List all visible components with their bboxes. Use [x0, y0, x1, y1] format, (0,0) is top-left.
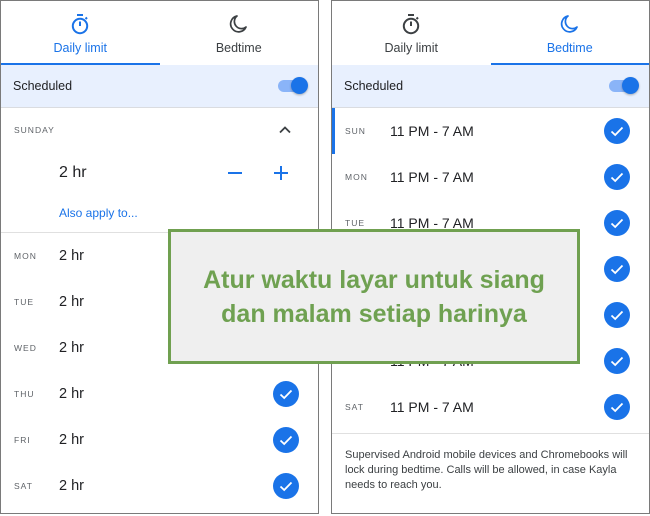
day-label: SAT — [345, 402, 364, 412]
scheduled-label: Scheduled — [13, 79, 73, 93]
also-apply-link[interactable]: Also apply to... — [1, 194, 318, 233]
tab-daily-limit[interactable]: Daily limit — [332, 1, 491, 65]
day-label: TUE — [345, 218, 365, 228]
check-icon[interactable] — [273, 381, 299, 407]
limit-value: 2 hr — [59, 164, 87, 181]
day-label: SUNDAY — [14, 125, 55, 135]
day-row[interactable]: FRI 2 hr — [1, 417, 318, 463]
check-icon[interactable] — [604, 394, 630, 420]
day-row[interactable]: SAT 11 PM - 7 AM — [332, 384, 649, 430]
check-icon[interactable] — [604, 302, 630, 328]
tab-daily-limit[interactable]: Daily limit — [1, 1, 160, 65]
day-row[interactable]: SUN 11 PM - 7 AM — [332, 108, 649, 154]
day-label: SUN — [345, 126, 366, 136]
check-icon[interactable] — [604, 210, 630, 236]
day-label: MON — [345, 172, 368, 182]
caption-line-2: dan malam setiap harinya — [221, 299, 527, 328]
tab-label: Bedtime — [546, 41, 593, 55]
scheduled-row: Scheduled — [332, 65, 649, 108]
caption-overlay: Atur waktu layar untuk siang dan malam s… — [168, 229, 580, 364]
day-label: SAT — [14, 481, 33, 491]
caption-line-1: Atur waktu layar untuk siang — [203, 265, 545, 294]
day-value: 2 hr — [59, 432, 84, 448]
tab-label: Daily limit — [384, 41, 438, 55]
day-label: FRI — [14, 435, 31, 445]
increase-button[interactable] — [270, 162, 292, 184]
moon-icon — [559, 13, 581, 35]
time-limit-stepper: 2 hr — [1, 152, 318, 194]
tab-bedtime[interactable]: Bedtime — [160, 1, 319, 65]
day-value: 11 PM - 7 AM — [390, 123, 474, 139]
scheduled-toggle[interactable] — [609, 77, 639, 94]
tab-bar: Daily limit Bedtime — [1, 1, 318, 65]
day-label: THU — [14, 389, 35, 399]
tab-label: Daily limit — [53, 41, 107, 55]
day-label: MON — [14, 251, 37, 261]
tab-bedtime[interactable]: Bedtime — [490, 1, 650, 65]
day-label: WED — [14, 343, 37, 353]
check-icon[interactable] — [604, 164, 630, 190]
timer-icon — [69, 13, 91, 35]
decrease-button[interactable] — [224, 162, 246, 184]
expanded-day-header[interactable]: SUNDAY — [1, 108, 318, 152]
moon-icon — [228, 13, 250, 35]
chevron-up-icon[interactable] — [278, 121, 292, 139]
tab-bar: Daily limit Bedtime — [332, 1, 649, 65]
tab-label: Bedtime — [215, 41, 262, 55]
check-icon[interactable] — [273, 427, 299, 453]
check-icon[interactable] — [604, 256, 630, 282]
day-row[interactable]: THU 2 hr — [1, 371, 318, 417]
day-value: 11 PM - 7 AM — [390, 399, 474, 415]
bedtime-note: Supervised Android mobile devices and Ch… — [332, 433, 649, 493]
scheduled-row: Scheduled — [1, 65, 318, 108]
day-label: TUE — [14, 297, 34, 307]
scheduled-label: Scheduled — [344, 79, 404, 93]
day-value: 2 hr — [59, 386, 84, 402]
day-value: 11 PM - 7 AM — [390, 169, 474, 185]
check-icon[interactable] — [604, 348, 630, 374]
scheduled-toggle[interactable] — [278, 77, 308, 94]
check-icon[interactable] — [273, 473, 299, 499]
day-row[interactable]: SAT 2 hr — [1, 463, 318, 509]
timer-icon — [400, 13, 422, 35]
day-row[interactable]: MON 11 PM - 7 AM — [332, 154, 649, 200]
check-icon[interactable] — [604, 118, 630, 144]
day-value: 2 hr — [59, 478, 84, 494]
